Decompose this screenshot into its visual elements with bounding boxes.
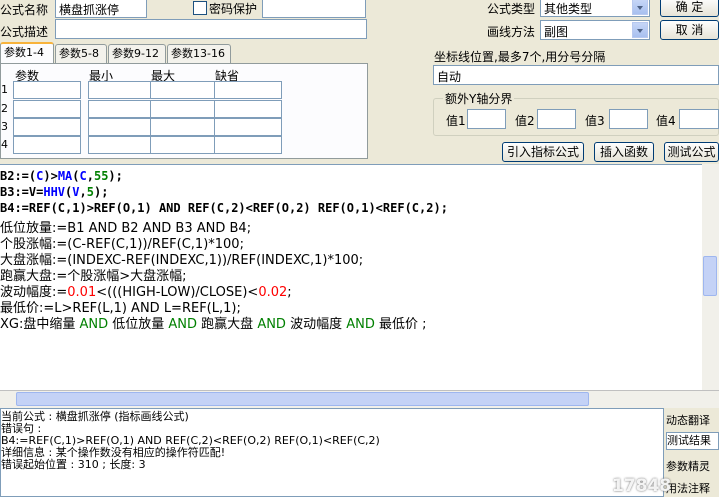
code-token: MA — [57, 169, 73, 183]
param-row-label: 2 — [1, 102, 8, 115]
editor-vertical-scrollbar[interactable] — [702, 164, 719, 390]
editor-horizontal-scrollbar[interactable] — [0, 390, 719, 408]
param-1-name[interactable] — [13, 81, 81, 99]
param-1-default[interactable] — [214, 81, 282, 99]
cancel-button[interactable]: 取 消 — [660, 20, 719, 40]
scroll-thumb[interactable] — [703, 256, 717, 296]
draw-select-value: 副图 — [544, 25, 569, 39]
side-tab-translate[interactable]: 动态翻译 — [666, 412, 719, 428]
code-token: V — [72, 185, 80, 199]
tab-params-5-8[interactable]: 参数5-8 — [55, 44, 107, 63]
name-label: 公式名称 — [0, 3, 49, 17]
password-input[interactable] — [262, 0, 366, 18]
side-tab-param-wizard[interactable]: 参数精灵 — [666, 458, 719, 474]
code-token: 0.02 — [258, 285, 288, 300]
side-tab-test-result[interactable]: 测试结果 — [666, 432, 719, 450]
desc-label: 公式描述 — [0, 25, 49, 39]
code-token: HHV — [43, 185, 66, 199]
test-formula-button[interactable]: 测试公式 — [664, 142, 719, 162]
param-4-max[interactable] — [150, 136, 218, 154]
param-2-max[interactable] — [150, 100, 218, 118]
code-token: 波动幅度 — [285, 317, 347, 332]
watermark: 17848 — [612, 476, 672, 496]
y-value-1-input[interactable] — [467, 109, 506, 129]
param-3-name[interactable] — [13, 118, 81, 136]
code-token: AND — [257, 317, 286, 332]
code-token: C — [79, 169, 87, 183]
code-line: B2:=(C)>MA(C,55); — [0, 169, 123, 183]
y-value-2-input[interactable] — [537, 109, 576, 129]
code-token: 低位放量 — [108, 317, 169, 332]
param-4-default[interactable] — [214, 136, 282, 154]
params-panel: 参数 最小 最大 缺省 1 2 3 4 — [0, 63, 368, 159]
code-token: , — [79, 185, 87, 199]
formula-editor[interactable]: B2:=(C)>MA(C,55); B3:=V=HHV(V,5); B4:=REF(… — [0, 164, 719, 391]
param-4-name[interactable] — [13, 136, 81, 154]
code-line: XG:盘中缩量 AND 低位放量 AND 跑赢大盘 AND 波动幅度 AND 最… — [0, 313, 427, 332]
type-select-value: 其他类型 — [544, 2, 593, 16]
tab-params-1-4[interactable]: 参数1-4 — [0, 42, 54, 64]
type-select[interactable]: 其他类型 — [540, 0, 650, 17]
output-panel: 当前公式 : 横盘抓涨停 (指标画线公式) 错误句 : B4:=REF(C,1)… — [0, 408, 664, 497]
param-2-min[interactable] — [88, 100, 156, 118]
y-value-1-label: 值1 — [446, 114, 466, 128]
code-token: ); — [108, 169, 123, 183]
param-2-default[interactable] — [214, 100, 282, 118]
y-value-2-label: 值2 — [515, 114, 535, 128]
code-token: 最低价 ; — [374, 317, 427, 332]
password-checkbox[interactable] — [193, 1, 207, 15]
chevron-down-icon[interactable] — [632, 0, 648, 15]
tab-params-9-12[interactable]: 参数9-12 — [108, 44, 166, 63]
type-label: 公式类型 — [487, 2, 536, 16]
param-row-label: 1 — [1, 83, 8, 96]
code-token: B3:=V= — [0, 185, 44, 199]
y-value-3-label: 值3 — [585, 114, 605, 128]
param-row-label: 3 — [1, 120, 8, 133]
code-line: B3:=V=HHV(V,5); — [0, 185, 108, 199]
code-token: 5 — [86, 185, 94, 199]
scroll-thumb[interactable] — [16, 392, 589, 406]
code-token: XG:盘中缩量 — [0, 317, 80, 332]
code-token: ( — [72, 169, 80, 183]
param-3-min[interactable] — [88, 118, 156, 136]
code-token: AND — [346, 317, 375, 332]
param-3-max[interactable] — [150, 118, 218, 136]
output-line: 错误起始位置 : 310 ; 长度: 3 — [1, 458, 146, 471]
axis-input[interactable]: 自动 — [433, 65, 719, 85]
param-row-label: 4 — [1, 138, 8, 151]
desc-input[interactable] — [55, 19, 367, 39]
code-token: AND — [79, 317, 109, 332]
y-value-4-input[interactable] — [679, 109, 719, 129]
tab-params-13-16[interactable]: 参数13-16 — [167, 44, 231, 63]
name-input[interactable]: 横盘抓涨停 — [55, 0, 147, 18]
draw-label: 画线方法 — [487, 25, 536, 39]
code-token: 55 — [93, 169, 109, 183]
param-3-default[interactable] — [214, 118, 282, 136]
axis-label: 坐标线位置,最多7个,用分号分隔 — [434, 50, 606, 64]
param-2-name[interactable] — [13, 100, 81, 118]
code-token: , — [86, 169, 94, 183]
code-token: 跑赢大盘 — [197, 317, 258, 332]
param-1-max[interactable] — [150, 81, 218, 99]
password-label: 密码保护 — [209, 2, 258, 16]
chevron-down-icon[interactable] — [632, 22, 648, 38]
code-token: B2:=( — [0, 169, 37, 183]
output-line: 当前公式 : 横盘抓涨停 (指标画线公式) — [1, 410, 189, 423]
ok-button[interactable]: 确 定 — [660, 0, 719, 17]
param-4-min[interactable] — [88, 136, 156, 154]
code-token: B4:=REF(C,1)>REF(O,1) AND REF(C,2)<REF(O… — [0, 201, 448, 215]
import-indicator-button[interactable]: 引入指标公式 — [502, 142, 584, 162]
insert-function-button[interactable]: 插入函数 — [594, 142, 654, 162]
side-tab-usage-notes[interactable]: 用法注释 — [666, 480, 719, 496]
y-value-3-input[interactable] — [609, 109, 648, 129]
code-token: AND — [168, 317, 198, 332]
code-line: B4:=REF(C,1)>REF(O,1) AND REF(C,2)<REF(O… — [0, 201, 448, 215]
draw-select[interactable]: 副图 — [540, 20, 650, 40]
param-1-min[interactable] — [88, 81, 156, 99]
code-token: )> — [43, 169, 58, 183]
code-token: ); — [93, 185, 109, 199]
code-token: ; — [287, 285, 292, 300]
extra-y-label: 额外Y轴分界 — [443, 90, 515, 107]
y-value-4-label: 值4 — [656, 114, 676, 128]
